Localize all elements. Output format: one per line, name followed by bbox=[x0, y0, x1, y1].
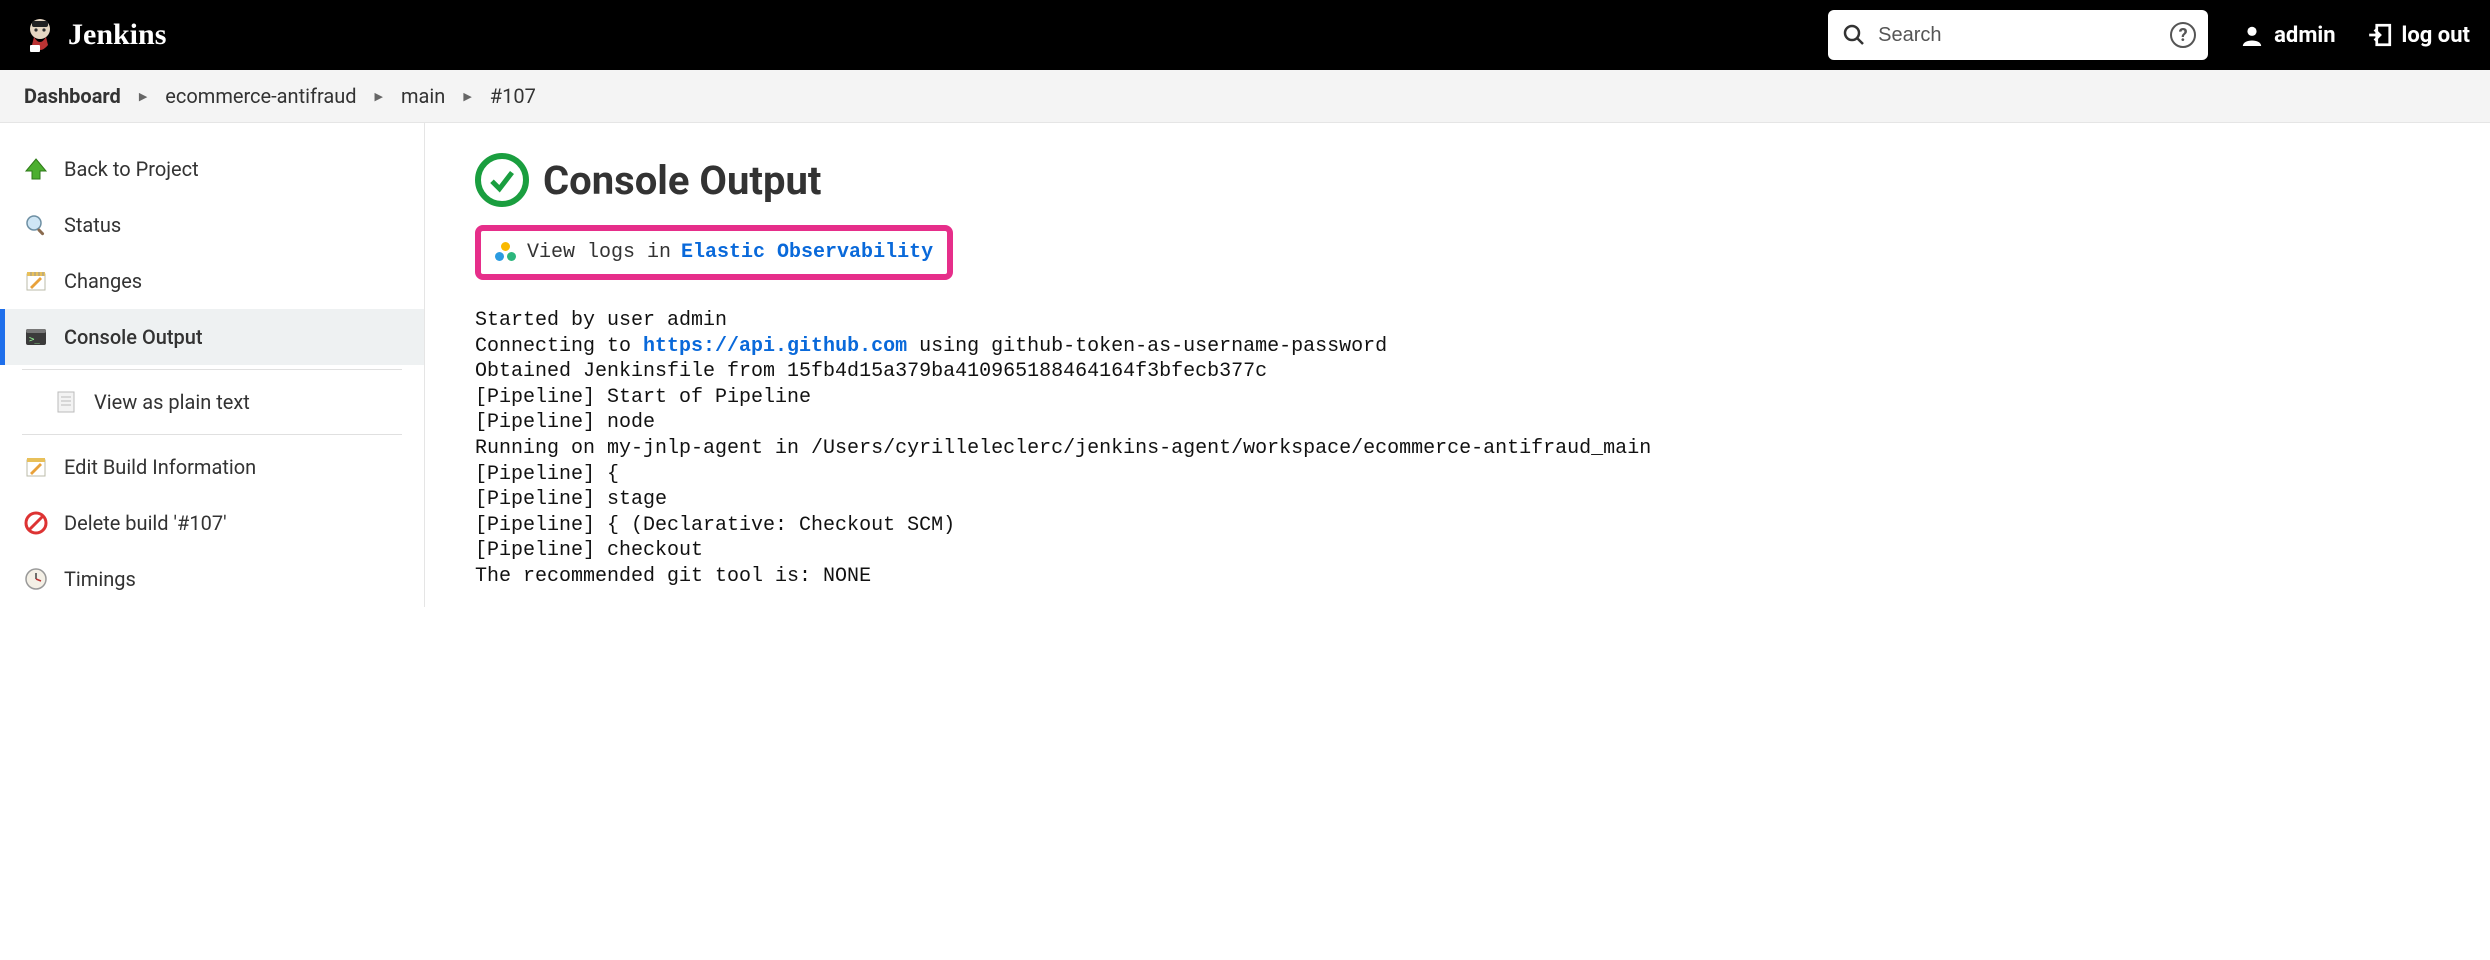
console-line: [Pipeline] node bbox=[475, 411, 655, 434]
sidebar-item-timings[interactable]: Timings bbox=[0, 551, 424, 607]
sidebar-item-label: Status bbox=[64, 213, 121, 237]
sidebar-item-delete[interactable]: Delete build '#107' bbox=[0, 495, 424, 551]
no-entry-icon bbox=[22, 509, 50, 537]
chevron-right-icon: ▶ bbox=[139, 90, 147, 103]
sidebar-item-changes[interactable]: Changes bbox=[0, 253, 424, 309]
breadcrumb-item[interactable]: Dashboard bbox=[24, 84, 121, 108]
sidebar-item-label: Delete build '#107' bbox=[64, 511, 227, 535]
jenkins-logo[interactable]: Jenkins bbox=[20, 15, 166, 55]
console-line: [Pipeline] stage bbox=[475, 488, 667, 511]
help-icon[interactable]: ? bbox=[2170, 22, 2196, 48]
breadcrumb-item[interactable]: ecommerce-antifraud bbox=[165, 84, 356, 108]
chevron-right-icon: ▶ bbox=[375, 90, 383, 103]
top-header: Jenkins ? admin log out bbox=[0, 0, 2490, 70]
chevron-right-icon: ▶ bbox=[463, 90, 471, 103]
console-line: [Pipeline] Start of Pipeline bbox=[475, 386, 811, 409]
console-line: using github-token-as-username-password bbox=[907, 335, 1387, 358]
console-line: [Pipeline] checkout bbox=[475, 539, 703, 562]
console-line: The recommended git tool is: NONE bbox=[475, 565, 871, 588]
console-line: Obtained Jenkinsfile from 15fb4d15a379ba… bbox=[475, 360, 1267, 383]
console-line: Running on my-jnlp-agent in /Users/cyril… bbox=[475, 437, 1651, 460]
logout-label: log out bbox=[2402, 23, 2470, 48]
sidebar-item-console[interactable]: >_ Console Output bbox=[0, 309, 424, 365]
jenkins-mascot-icon bbox=[20, 15, 60, 55]
banner-text: View logs in bbox=[527, 241, 671, 264]
search-box[interactable]: ? bbox=[1828, 10, 2208, 60]
sidebar-item-label: Changes bbox=[64, 269, 142, 293]
terminal-icon: >_ bbox=[22, 323, 50, 351]
console-line: Started by user admin bbox=[475, 309, 727, 332]
sidebar-item-label: Edit Build Information bbox=[64, 455, 256, 479]
user-menu[interactable]: admin bbox=[2238, 21, 2335, 49]
sidebar: Back to Project Status Changes >_ Consol… bbox=[0, 123, 425, 607]
sidebar-item-label: Console Output bbox=[64, 325, 203, 349]
console-output: Started by user admin Connecting to http… bbox=[475, 308, 2470, 590]
brand-name: Jenkins bbox=[68, 18, 166, 52]
console-line: [Pipeline] { (Declarative: Checkout SCM) bbox=[475, 514, 955, 537]
document-icon bbox=[52, 388, 80, 416]
elastic-link[interactable]: Elastic Observability bbox=[681, 241, 933, 264]
arrow-up-icon bbox=[22, 155, 50, 183]
logout-icon bbox=[2366, 21, 2394, 49]
user-icon bbox=[2238, 21, 2266, 49]
magnifier-icon bbox=[22, 211, 50, 239]
elastic-logs-banner: View logs in Elastic Observability bbox=[475, 225, 953, 280]
logout-button[interactable]: log out bbox=[2366, 21, 2470, 49]
notepad-icon bbox=[22, 267, 50, 295]
svg-text:>_: >_ bbox=[29, 335, 40, 345]
elastic-icon bbox=[495, 242, 517, 264]
sidebar-item-back[interactable]: Back to Project bbox=[0, 141, 424, 197]
breadcrumb-item[interactable]: #107 bbox=[490, 84, 536, 108]
sidebar-item-label: View as plain text bbox=[94, 390, 250, 414]
main-content: Console Output View logs in Elastic Obse… bbox=[425, 123, 2490, 607]
breadcrumb-item[interactable]: main bbox=[401, 84, 445, 108]
sidebar-item-status[interactable]: Status bbox=[0, 197, 424, 253]
page-title: Console Output bbox=[543, 157, 821, 204]
clock-icon bbox=[22, 565, 50, 593]
sidebar-item-edit[interactable]: Edit Build Information bbox=[0, 439, 424, 495]
notepad-edit-icon bbox=[22, 453, 50, 481]
sidebar-item-plaintext[interactable]: View as plain text bbox=[0, 374, 424, 430]
breadcrumb: Dashboard ▶ ecommerce-antifraud ▶ main ▶… bbox=[0, 70, 2490, 123]
console-line: [Pipeline] { bbox=[475, 463, 619, 486]
sidebar-item-label: Timings bbox=[64, 567, 136, 591]
page-heading: Console Output bbox=[475, 153, 2470, 207]
search-input[interactable] bbox=[1878, 24, 2160, 47]
search-icon bbox=[1840, 21, 1868, 49]
user-label: admin bbox=[2274, 23, 2335, 48]
console-line: Connecting to bbox=[475, 335, 643, 358]
console-link[interactable]: https://api.github.com bbox=[643, 335, 907, 358]
success-check-icon bbox=[475, 153, 529, 207]
sidebar-item-label: Back to Project bbox=[64, 157, 199, 181]
